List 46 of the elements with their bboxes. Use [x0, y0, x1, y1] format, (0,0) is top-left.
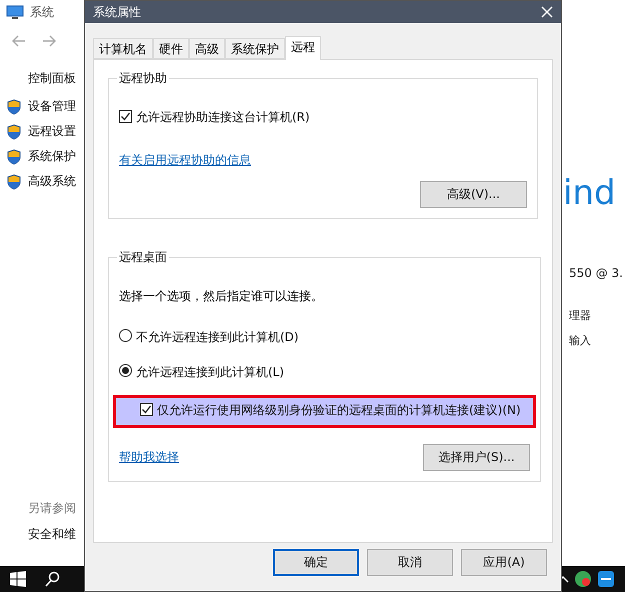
see-also-heading: 另请参阅	[27, 500, 77, 517]
tab[interactable]: 高级	[189, 38, 225, 59]
checkbox-label[interactable]: 允许远程协助连接这台计算机(R)	[136, 109, 310, 126]
group-heading: 远程桌面	[118, 249, 168, 266]
info-link[interactable]: 有关启用远程协助的信息	[119, 153, 251, 167]
advanced-button[interactable]: 高级(V)...	[420, 181, 527, 208]
dialog-button[interactable]: 取消	[367, 549, 453, 576]
checkbox-label[interactable]: 仅允许运行使用网络级别身份验证的远程桌面的计算机连接(建议)(N)	[157, 402, 529, 419]
checkbox[interactable]	[119, 110, 132, 123]
sidebar-link[interactable]: 设备管理	[28, 98, 76, 115]
logo-text: ind	[563, 172, 617, 215]
help-link[interactable]: 帮助我选择	[119, 449, 179, 466]
radio-button[interactable]	[119, 364, 132, 377]
sidebar-link[interactable]: 远程设置	[28, 123, 76, 140]
shield-icon	[6, 174, 22, 190]
tab[interactable]: 系统保护	[225, 38, 285, 59]
shield-icon	[6, 124, 22, 140]
app-tray-icon[interactable]	[574, 570, 592, 588]
system-detail-text: 理器	[569, 308, 592, 323]
tab[interactable]: 计算机名	[93, 38, 153, 59]
dialog-button[interactable]: 确定	[273, 549, 359, 576]
close-icon[interactable]	[541, 6, 553, 18]
tab[interactable]: 远程	[285, 36, 321, 60]
control-panel-home-link[interactable]: 控制面板	[6, 64, 84, 94]
dialog-button[interactable]: 应用(A)	[461, 549, 547, 576]
radio-label[interactable]: 允许远程连接到此计算机(L)	[136, 364, 284, 381]
instruction-text: 选择一个选项，然后指定谁可以连接。	[119, 288, 324, 305]
select-users-button[interactable]: 选择用户(S)...	[423, 444, 530, 471]
window-title: 系统	[30, 4, 54, 20]
shield-icon	[6, 98, 22, 114]
system-detail-text: 输入	[569, 333, 592, 348]
see-also-link[interactable]: 安全和维	[6, 526, 84, 566]
group-heading: 远程协助	[118, 70, 168, 87]
remote-app-tray-icon[interactable]	[597, 570, 615, 588]
shield-icon	[6, 148, 22, 164]
radio-button[interactable]	[119, 329, 132, 342]
tab[interactable]: 硬件	[153, 38, 189, 59]
checkbox[interactable]	[140, 403, 153, 416]
windows-logo-icon[interactable]	[10, 571, 26, 587]
dialog-title: 系统属性	[93, 4, 142, 20]
sidebar-link[interactable]: 高级系统	[28, 173, 76, 190]
monitor-icon	[6, 4, 24, 20]
processor-text: 550 @ 3.	[569, 266, 624, 280]
radio-label[interactable]: 不允许远程连接到此计算机(D)	[136, 329, 299, 346]
sidebar-link[interactable]: 系统保护	[28, 148, 76, 165]
search-icon[interactable]	[44, 571, 60, 587]
